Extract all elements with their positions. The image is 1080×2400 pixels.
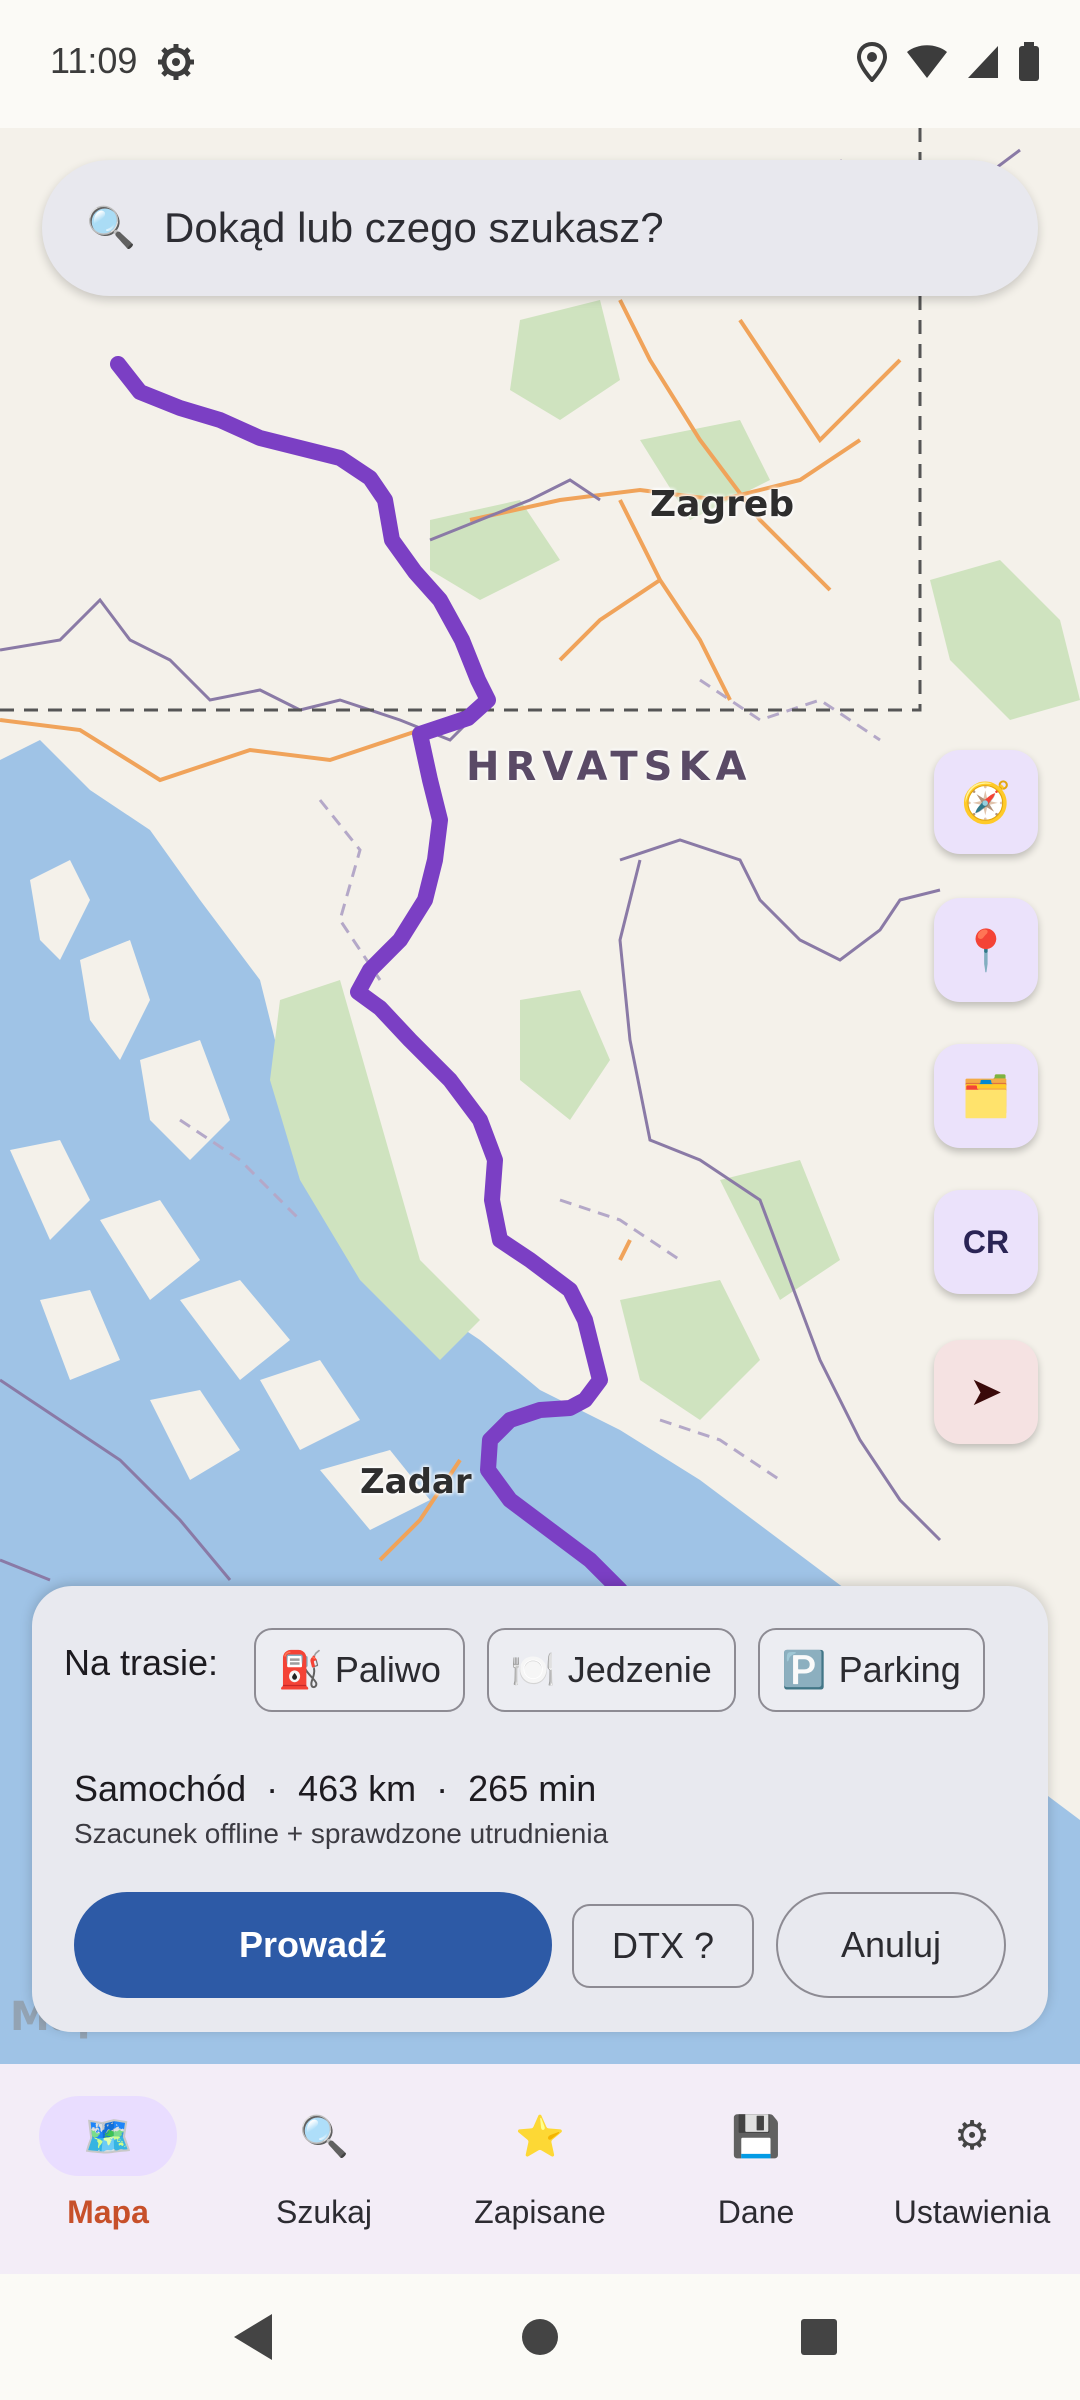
nav-label-search: Szukaj <box>275 2194 373 2230</box>
folder-button[interactable]: 🗂️ <box>934 1044 1038 1148</box>
parking-icon: 🅿️ <box>781 1649 827 1690</box>
map-label-zadar: Zadar <box>360 1462 472 1502</box>
food-icon: 🍽️ <box>510 1649 556 1690</box>
navigate-button[interactable]: ➤ <box>934 1340 1038 1444</box>
search-placeholder: Dokąd lub czego szukasz? <box>164 204 664 251</box>
back-icon[interactable] <box>234 2314 272 2360</box>
location-icon <box>856 42 888 82</box>
search-nav-icon: 🔍 <box>299 2114 349 2159</box>
route-note: Szacunek offline + sprawdzone utrudnieni… <box>74 1818 609 1849</box>
nav-label-settings: Ustawienia <box>893 2194 1051 2230</box>
chip-food[interactable]: 🍽️ Jedzenie <box>486 1628 736 1712</box>
nav-item-search[interactable]: 🔍 Szukaj <box>216 2064 432 2274</box>
cancel-button[interactable]: Anuluj <box>776 1892 1006 1998</box>
chip-parking[interactable]: 🅿️ Parking <box>757 1628 985 1712</box>
compass-icon: 🧭 <box>961 780 1011 825</box>
map-label-country: HRVATSKA <box>466 744 753 790</box>
map-icon: 🗺️ <box>39 2096 177 2176</box>
folder-icon: 🗂️ <box>961 1074 1011 1119</box>
status-icons <box>856 42 1040 82</box>
fuel-icon: ⛽ <box>278 1649 323 1690</box>
search-icon: 🔍 <box>86 206 136 250</box>
nav-item-saved[interactable]: ⭐ Zapisane <box>432 2064 648 2274</box>
map-label-zagreb: Zagreb <box>650 484 795 525</box>
cr-button[interactable]: CR <box>934 1190 1038 1294</box>
pin-button[interactable]: 📍 <box>934 898 1038 1002</box>
on-route-chips: ⛽ Paliwo 🍽️ Jedzenie 🅿️ Parking <box>254 1628 985 1712</box>
signal-icon <box>968 46 998 78</box>
on-route-label: Na trasie: <box>64 1642 219 1683</box>
chip-parking-label: Parking <box>838 1649 961 1690</box>
system-navigation-bar <box>0 2274 1080 2400</box>
settings-gear-icon <box>158 44 194 80</box>
settings-icon: ⚙ <box>954 2114 990 2158</box>
nav-item-data[interactable]: 💾 Dane <box>648 2064 864 2274</box>
route-summary: Samochód · 463 km · 265 min <box>74 1768 597 1809</box>
battery-icon <box>1019 42 1039 81</box>
navigate-arrow-icon: ➤ <box>969 1370 1003 1414</box>
nav-label-data: Dane <box>717 2194 795 2230</box>
home-icon[interactable] <box>522 2319 558 2355</box>
chip-fuel-label: Paliwo <box>334 1649 441 1690</box>
chip-food-label: Jedzenie <box>567 1649 712 1690</box>
cr-label: CR <box>962 1223 1010 1260</box>
recents-icon[interactable] <box>801 2319 837 2355</box>
wifi-icon <box>907 45 947 78</box>
nav-item-map[interactable]: 🗺️ Mapa <box>0 2064 216 2274</box>
bottom-navigation: 🗺️ Mapa 🔍 Szukaj ⭐ Zapisane 💾 Dane ⚙ Ust… <box>0 2064 1080 2274</box>
star-icon: ⭐ <box>515 2114 565 2159</box>
nav-label-map: Mapa <box>67 2194 149 2230</box>
dtx-button[interactable]: DTX ? <box>572 1904 754 1988</box>
pin-icon: 📍 <box>961 928 1011 973</box>
floppy-disk-icon: 💾 <box>731 2114 781 2159</box>
chip-fuel[interactable]: ⛽ Paliwo <box>254 1628 465 1712</box>
nav-item-settings[interactable]: ⚙ Ustawienia <box>864 2064 1080 2274</box>
drive-button[interactable]: Prowadź <box>74 1892 552 1998</box>
search-bar[interactable]: 🔍 Dokąd lub czego szukasz? <box>42 160 1038 296</box>
status-bar: 11:09 <box>0 0 1080 128</box>
nav-label-saved: Zapisane <box>474 2194 606 2230</box>
status-time: 11:09 <box>50 40 138 81</box>
compass-button[interactable]: 🧭 <box>934 750 1038 854</box>
route-sheet: Na trasie: ⛽ Paliwo 🍽️ Jedzenie 🅿️ Parki… <box>32 1586 1048 2032</box>
